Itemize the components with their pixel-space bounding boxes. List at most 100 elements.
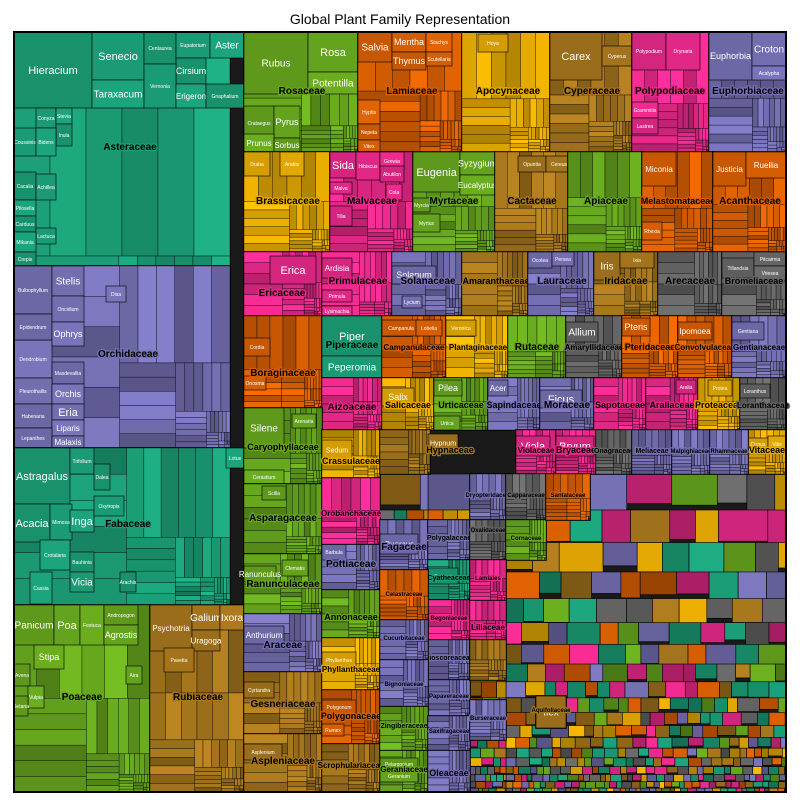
genus-label: Cacalia — [17, 184, 34, 190]
family-fabaceae: Astragalus Trifolium Lotus Acacia Mimosa Inga… — [13, 447, 245, 606]
family-label: Lamiales — [475, 576, 501, 582]
family-label: Ericaceae — [259, 288, 306, 299]
genus-label: Ipomoea — [679, 327, 711, 336]
genus-label: Andropogon — [107, 613, 134, 619]
family-label: Polygonaceae — [321, 711, 382, 721]
family-label: Santalaceae — [551, 493, 586, 499]
family-label: Cactaceae — [507, 196, 557, 207]
family-liliaceae: Liliaceae — [469, 599, 507, 641]
genus-label: Ardisia — [325, 264, 350, 273]
family-gentianaceae: Gentiana Gentianaceae — [731, 315, 787, 379]
family-orchidaceae: Bulbophyllum Stelis Dendrobium Epidendrum On… — [13, 265, 231, 449]
genus-label: Lobelia — [421, 326, 437, 332]
family-label: Caryophyllaceae — [247, 442, 319, 452]
genus-label: Polypodium — [636, 49, 662, 55]
genus-label: Urtica — [440, 421, 453, 427]
genus-label: Mikania — [16, 240, 33, 246]
family-aquifoliaceae: IlexAquifoliaceae — [530, 695, 572, 729]
genus-label: Gentiana — [738, 329, 759, 335]
genus-label: Cirsium — [176, 66, 207, 76]
family-label: Zingiberaceae — [380, 723, 427, 730]
genus-label: Agrostis — [105, 630, 138, 640]
genus-label: Myrtus — [419, 221, 435, 227]
genus-label: Lotus — [229, 456, 242, 462]
family-label: Polypodiaceae — [635, 86, 705, 97]
genus-label: Ophrys — [53, 329, 83, 339]
genus-label: Loranthus — [744, 389, 767, 395]
family-sapindaceae: Acer Sapindaceae — [485, 377, 543, 431]
family-label: Rubiaceae — [173, 692, 223, 703]
family-label: Gentianaceae — [733, 343, 786, 352]
genus-label: Gnaphalium — [212, 94, 239, 100]
family-geraniaceae: PelargoniumGeraniumGeraniaceae — [379, 749, 430, 793]
genus-label: Pitcairnia — [760, 257, 781, 263]
genus-label: Galium — [190, 613, 222, 624]
family-gesneriaceae: Cyrtandra Gesneriaceae — [243, 671, 323, 735]
family-salicaceae: SalixSalicaceae — [381, 377, 435, 431]
genus-label: Vitex — [363, 144, 375, 150]
family-label: Bignoniaceae — [384, 682, 424, 688]
family-label: Aizoaceae — [328, 402, 377, 413]
family-label: Convolvulaceae — [675, 343, 736, 352]
family-label: Oleaceae — [429, 768, 469, 778]
family-label: Burseraceae — [470, 716, 507, 722]
genus-label: Carduus — [16, 222, 35, 228]
genus-label: Vicia — [71, 578, 93, 589]
genus-label: Ruellia — [754, 161, 779, 170]
family-label: Capparaceae — [507, 493, 545, 499]
family-urticaceae: Pilea Urtica Urticaceae — [433, 377, 489, 431]
family-label: Pottiaceae — [326, 559, 376, 570]
genus-label: Liparis — [56, 424, 80, 433]
genus-label: Lactuca — [37, 234, 55, 240]
genus-label: Cerastium — [253, 475, 276, 481]
family-proteaceae: Protea Proteaceae — [694, 377, 744, 431]
family-vitaceae: Cissus VitisVitaceae — [747, 429, 787, 475]
genus-label: Panicum — [15, 621, 54, 632]
genus-label: Pyrus — [275, 117, 299, 127]
family-lamiaceae: Salvia Mentha Stachys Thymus Scutellaria Hypt… — [357, 31, 463, 153]
genus-label: Abutilon — [383, 172, 401, 178]
genus-label: Acacia — [15, 518, 49, 530]
genus-label: Festuca — [83, 623, 101, 629]
family-label: Liliaceae — [471, 623, 505, 632]
family-annonaceae: Annonaceae — [321, 589, 381, 639]
family-label: Fabaceae — [105, 519, 151, 530]
family-apiaceae: Apiaceae — [567, 151, 643, 253]
family-label: Piperaceae — [326, 340, 379, 351]
family-moraceae: FicusMoraceae — [539, 377, 595, 431]
family-label: Malpighiaceae — [670, 449, 712, 455]
genus-label: Stipa — [39, 652, 60, 662]
genus-label: Cyperus — [608, 54, 627, 60]
genus-label: Croton — [754, 45, 784, 56]
family-oleaceae: Oleaceae — [427, 749, 471, 793]
genus-label: Inula — [59, 133, 70, 139]
family-label: Salicaceae — [385, 400, 431, 410]
genus-label: Pilea — [438, 383, 458, 393]
family-fagaceae: QuercusFagaceae — [379, 519, 429, 571]
genus-label: Hibiscus — [359, 164, 378, 170]
genus-label: Habenaria — [21, 414, 44, 420]
genus-label: Ranunculus — [239, 570, 281, 579]
family-label: Poaceae — [62, 692, 103, 703]
genus-label: Cyrtandra — [248, 688, 270, 694]
genus-label: Thymus — [393, 56, 426, 66]
genus-label: Malva — [334, 186, 348, 192]
family-polygonaceae: Polygonum Rumex Polygonaceae — [319, 689, 383, 745]
genus-label: Aster — [215, 41, 239, 52]
family-polypodiaceae: Polypodium Drynaria Grammitis Lastrea Polypo… — [631, 31, 710, 153]
family-saxifragaceae: Saxifragaceae — [427, 715, 471, 751]
family-label: Cucurbitaceae — [383, 636, 425, 642]
genus-label: Miconia — [645, 165, 673, 174]
genus-label: Hieracium — [28, 65, 78, 77]
genus-label: Aralia — [680, 385, 693, 391]
family-pteridaceae: Pteris Pteridaceae — [621, 315, 679, 379]
family-label: Euphorbiaceae — [712, 86, 784, 97]
family-label: Melastomataceae — [641, 196, 716, 206]
genus-label: Hoya — [487, 41, 499, 47]
family-label: Acanthaceae — [719, 196, 781, 207]
family-label: Dioscoreaceae — [424, 655, 474, 662]
family-cornaceae: Cornaceae — [505, 519, 547, 561]
genus-label: Dalea — [95, 475, 108, 481]
family-label: Crassulaceae — [322, 456, 380, 466]
genus-label: Iris — [600, 262, 613, 273]
